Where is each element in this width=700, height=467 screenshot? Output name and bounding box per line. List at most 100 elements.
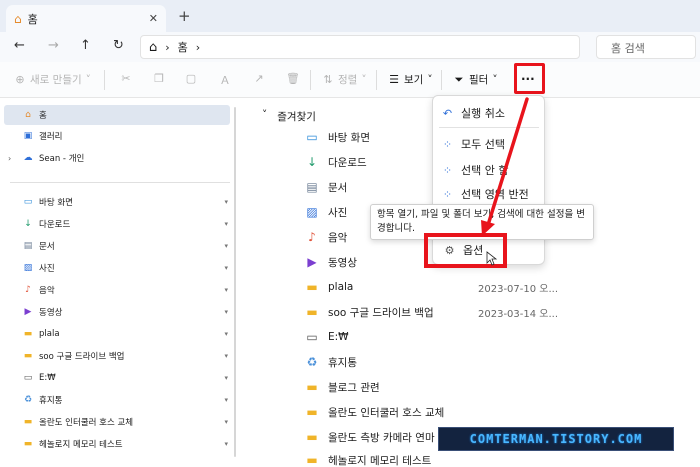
item-name: E:₩ xyxy=(328,331,349,343)
list-item[interactable]: ▬ 올란도 인터쿨러 호스 교체 xyxy=(304,401,444,423)
item-name: 휴지통 xyxy=(328,356,357,369)
list-item[interactable]: ▬ soo 구글 드라이브 백업 2023-03-14 오... xyxy=(304,301,558,323)
item-name: 바탕 화면 xyxy=(328,131,370,144)
list-item[interactable]: ♻ 휴지통 xyxy=(304,351,357,373)
menu-item-label: 모두 선택 xyxy=(461,138,505,151)
new-button[interactable]: ⊕ 새로 만들기 ˅ xyxy=(14,72,91,87)
folder-icon: ▬ xyxy=(23,439,33,449)
divider xyxy=(439,127,539,128)
back-arrow-icon[interactable]: ← xyxy=(14,38,25,54)
filter-button[interactable]: ⏷ 필터 ˅ xyxy=(453,72,498,87)
pictures-icon: ▨ xyxy=(306,205,318,219)
item-name: soo 구글 드라이브 백업 xyxy=(328,306,434,319)
item-date: 2023-07-10 오... xyxy=(478,283,559,295)
sidebar-item-label: 사진 xyxy=(39,264,55,274)
sidebar-item-documents[interactable]: ▤ 문서 ▾ xyxy=(0,236,232,256)
sidebar-item-onedrive[interactable]: › ☁ Sean - 개인 xyxy=(0,148,232,168)
sidebar-item-home[interactable]: ⌂ 홈 xyxy=(4,105,230,125)
sidebar-item-label: 홈 xyxy=(39,111,47,121)
item-name: 문서 xyxy=(328,181,348,194)
list-item[interactable]: ▤ 문서 xyxy=(304,176,347,198)
divider xyxy=(376,70,377,90)
rename-button[interactable]: Ａ xyxy=(219,72,231,88)
chevron-down-icon: ˅ xyxy=(361,73,367,86)
close-tab-icon[interactable]: ✕ xyxy=(149,12,158,25)
sidebar-item-pictures[interactable]: ▨ 사진 ▾ xyxy=(0,258,232,278)
sidebar-item-plala[interactable]: ▬ plala ▾ xyxy=(0,324,232,344)
sidebar-item-desktop[interactable]: ▭ 바탕 화면 ▾ xyxy=(0,192,232,212)
sidebar-item-memory-test[interactable]: ▬ 헤놀로지 메모리 테스트 ▾ xyxy=(0,434,232,454)
list-item[interactable]: ▬ 올란도 측방 카메라 연마 xyxy=(304,426,434,448)
share-button[interactable]: ↗ xyxy=(253,72,265,85)
list-item[interactable]: ▨ 사진 xyxy=(304,201,347,223)
sidebar-item-orlando-hose[interactable]: ▬ 올란도 인터쿨러 호스 교체 ▾ xyxy=(0,412,232,432)
share-icon: ↗ xyxy=(254,72,264,85)
desktop-icon: ▭ xyxy=(23,197,33,207)
refresh-icon[interactable]: ↻ xyxy=(113,38,124,54)
menu-item-label: 선택 안 함 xyxy=(461,164,509,177)
menu-item-select-none[interactable]: ⁘ 선택 안 함 xyxy=(441,159,509,181)
address-bar[interactable]: ⌂ › 홈 › xyxy=(140,35,580,59)
up-arrow-icon[interactable]: ↑ xyxy=(80,38,91,54)
sidebar-item-drive-e[interactable]: ▭ E:₩ ▾ xyxy=(0,368,232,388)
cut-button[interactable]: ✂ xyxy=(120,72,132,85)
breadcrumb-home[interactable]: 홈 xyxy=(178,39,188,55)
quick-access-header[interactable]: ˅ 즐겨찾기 xyxy=(262,109,316,124)
tab-home[interactable]: ⌂ 홈 ✕ xyxy=(6,5,166,32)
breadcrumb-separator[interactable]: › xyxy=(165,41,169,54)
trash-icon: 🗑 xyxy=(286,72,300,85)
chevron-right-icon[interactable]: › xyxy=(8,154,11,163)
menu-item-select-all[interactable]: ⁘ 모두 선택 xyxy=(441,133,505,155)
folder-icon: ▬ xyxy=(306,280,318,294)
sidebar-item-label: E:₩ xyxy=(39,373,56,383)
chevron-down-icon: ˅ xyxy=(492,73,498,86)
view-button-label: 보기 xyxy=(404,74,424,86)
desktop-icon: ▭ xyxy=(306,130,318,144)
sidebar-item-drive-backup[interactable]: ▬ soo 구글 드라이브 백업 ▾ xyxy=(0,346,232,366)
menu-item-label: 선택 영역 반전 xyxy=(461,188,529,201)
sidebar-item-gallery[interactable]: ▣ 갤러리 xyxy=(0,126,232,146)
list-item[interactable]: ▬ 블로그 관련 xyxy=(304,376,379,398)
copy-button[interactable]: ❐ xyxy=(153,72,165,85)
video-icon: ▶ xyxy=(24,307,32,317)
pin-icon: ▾ xyxy=(224,220,228,228)
folder-icon: ▬ xyxy=(23,351,33,361)
pin-icon: ▾ xyxy=(224,308,228,316)
view-button[interactable]: ☰ 보기 ˅ xyxy=(388,72,433,87)
undo-icon: ↶ xyxy=(442,106,453,120)
sidebar-scrollbar[interactable] xyxy=(234,107,236,457)
list-item[interactable]: ▭ E:₩ xyxy=(304,326,349,348)
list-item[interactable]: ▭ 바탕 화면 xyxy=(304,126,370,148)
list-item[interactable]: ↓ 다운로드 xyxy=(304,151,367,173)
delete-button[interactable]: 🗑 xyxy=(286,72,300,85)
chevron-down-icon[interactable]: ˅ xyxy=(262,109,267,124)
menu-item-invert-selection[interactable]: ⁘ 선택 영역 반전 xyxy=(441,183,529,205)
list-item[interactable]: ▬ plala 2023-07-10 오... xyxy=(304,276,558,298)
sort-button[interactable]: ⇅ 정렬 ˅ xyxy=(322,72,367,87)
search-input[interactable]: 홈 검색 xyxy=(596,35,696,59)
options-highlight xyxy=(424,233,507,268)
sidebar-item-music[interactable]: ♪ 음악 ▾ xyxy=(0,280,232,300)
new-tab-button[interactable]: + xyxy=(178,9,191,24)
list-item[interactable]: ▬ 헤놀로지 메모리 테스트 xyxy=(304,449,431,467)
drive-icon: ▭ xyxy=(23,373,33,383)
menu-item-undo[interactable]: ↶ 실행 취소 xyxy=(441,102,505,124)
pin-icon: ▾ xyxy=(224,440,228,448)
sidebar-item-recycle-bin[interactable]: ♻ 휴지통 ▾ xyxy=(0,390,232,410)
sidebar-item-videos[interactable]: ▶ 동영상 ▾ xyxy=(0,302,232,322)
breadcrumb-separator[interactable]: › xyxy=(196,41,200,54)
paste-icon: ▢ xyxy=(185,72,197,85)
sidebar-item-label: 올란도 인터쿨러 호스 교체 xyxy=(39,418,134,428)
sidebar-item-downloads[interactable]: ↓ 다운로드 ▾ xyxy=(0,214,232,234)
list-item[interactable]: ▶ 동영상 xyxy=(304,251,357,273)
sidebar-item-label: 바탕 화면 xyxy=(39,198,73,208)
music-icon: ♪ xyxy=(308,230,316,244)
music-icon: ♪ xyxy=(25,285,31,295)
pin-icon: ▾ xyxy=(224,374,228,382)
paste-button[interactable]: ▢ xyxy=(185,72,197,85)
folder-icon: ▬ xyxy=(306,305,318,319)
sidebar-item-label: Sean - 개인 xyxy=(39,154,85,164)
pin-icon: ▾ xyxy=(224,198,228,206)
list-item[interactable]: ♪ 음악 xyxy=(304,226,347,248)
forward-arrow-icon[interactable]: → xyxy=(48,38,59,54)
